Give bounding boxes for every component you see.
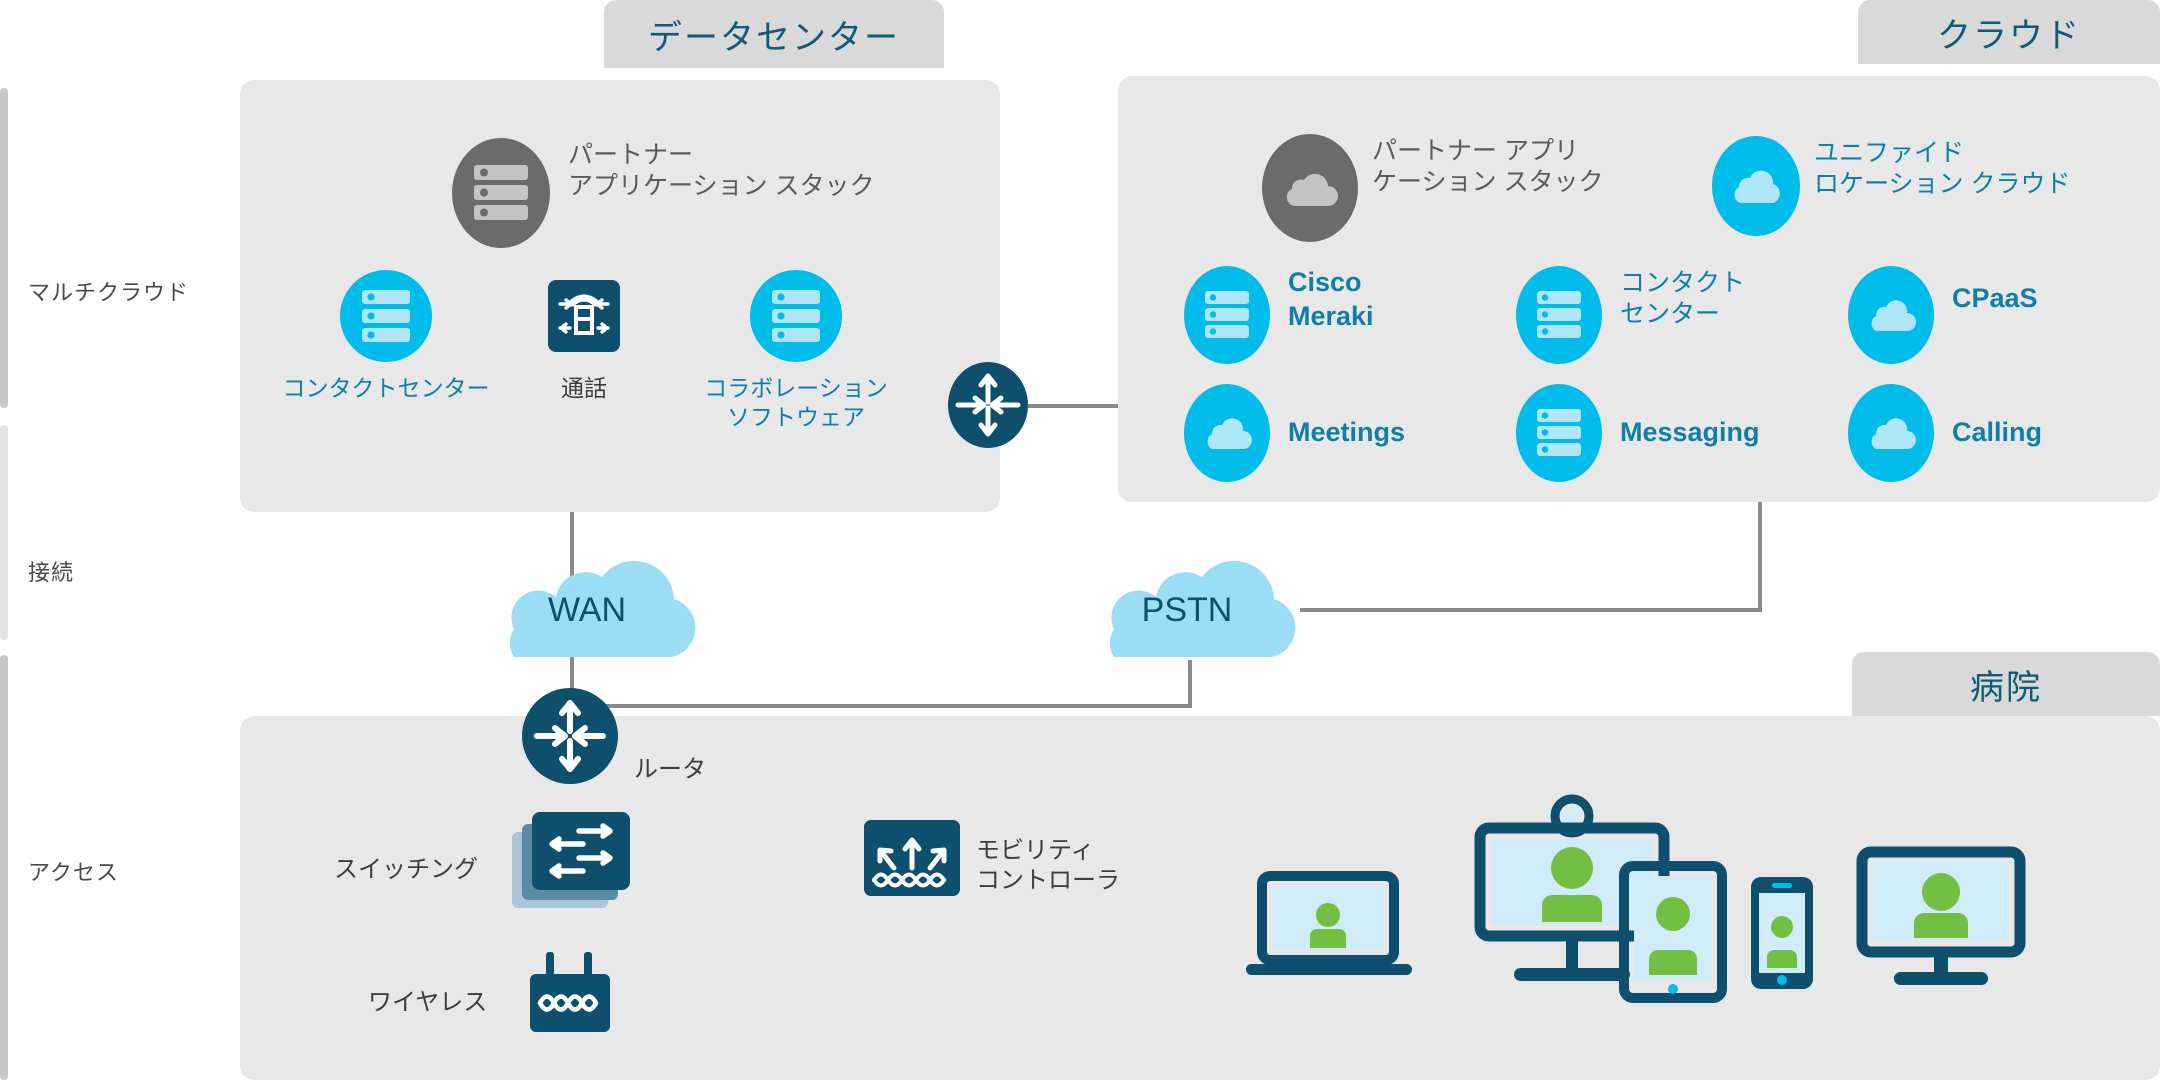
datacenter-collaboration-label: コラボレーション ソフトウェア <box>704 375 888 430</box>
server-icon <box>1537 291 1581 338</box>
messaging-label: Messaging <box>1620 417 1760 447</box>
access-router-icon <box>522 688 618 784</box>
switch-icon <box>532 812 630 890</box>
zone-label-access: アクセス <box>28 860 119 885</box>
cloud-icon <box>1207 418 1252 449</box>
pstn-cloud: PSTN <box>1052 545 1322 660</box>
laptop-icon <box>1246 871 1412 975</box>
wan-cloud: WAN <box>452 545 722 660</box>
tab-hospital[interactable]: 病院 <box>1852 652 2160 716</box>
smartphone-icon <box>1751 877 1813 989</box>
cloud-icon <box>1734 170 1780 203</box>
cloud-partner-app-stack-cloud-icon <box>1262 134 1358 242</box>
router-icon <box>522 688 618 784</box>
datacenter-router-icon <box>948 362 1028 448</box>
desktop-monitor-icon <box>1856 846 2026 985</box>
unified-cloud-label: ユニファイド ロケーション クラウド <box>1814 139 2071 199</box>
zone-label-multicloud: マルチクラウド <box>28 280 190 305</box>
access-point-icon <box>522 948 618 1034</box>
unified-cloud-icon <box>1712 136 1800 236</box>
zone-rail-access <box>0 655 8 1080</box>
router-label: ルータ <box>634 756 706 783</box>
switching-label: スイッチング <box>334 856 478 883</box>
tab-hospital-label: 病院 <box>1970 668 2042 707</box>
wireless-label: ワイヤレス <box>368 989 488 1016</box>
access-point-icon <box>530 952 610 1032</box>
messaging-server-icon <box>1516 384 1602 482</box>
collaboration-software-server-icon <box>750 270 842 362</box>
cloud-contact-center-label: コンタクト センター <box>1620 269 1746 329</box>
mobility-controller-label: モビリティ コントローラ <box>976 837 1120 894</box>
datacenter-calling-label: 通話 <box>561 375 607 401</box>
meetings-cloud-icon <box>1184 384 1270 482</box>
tab-datacenter[interactable]: データセンター <box>604 0 944 68</box>
contact-center-server-icon <box>340 270 432 362</box>
cloud-contact-center-server-icon <box>1516 266 1602 364</box>
smartphone-endpoint <box>1748 874 1816 992</box>
meetings-label: Meetings <box>1288 417 1406 447</box>
datacenter-contact-center-label: コンタクトセンター <box>282 375 490 401</box>
zone-label-connectivity: 接続 <box>28 560 75 585</box>
server-icon <box>1537 409 1581 456</box>
cpaas-label: CPaaS <box>1952 283 2038 313</box>
connector-cloud-down <box>1758 500 1762 612</box>
router-icon <box>948 362 1028 448</box>
server-icon <box>362 290 410 342</box>
voice-gateway-icon <box>548 280 620 352</box>
laptop-endpoint <box>1244 870 1414 980</box>
connector-dcrouter-to-cloud <box>1028 404 1118 408</box>
cisco-meraki-server-icon <box>1184 266 1270 364</box>
calling-label: Calling <box>1952 417 2043 447</box>
server-icon <box>474 165 528 220</box>
cloud-icon <box>1871 300 1916 331</box>
zone-rail-multicloud <box>0 88 8 408</box>
calling-cloud-icon <box>1848 384 1934 482</box>
connector-pstn-to-router <box>578 704 1192 708</box>
zone-rail-connectivity <box>0 425 8 640</box>
network-architecture-diagram: マルチクラウド 接続 アクセス データセンター クラウド 病院 パートナー アプ… <box>0 0 2160 1080</box>
pstn-label: PSTN <box>1141 591 1233 629</box>
cloud-partner-app-stack-label: パートナー アプリ ケーション スタック <box>1372 137 1604 197</box>
desktop-monitor-endpoint <box>1856 846 2026 988</box>
cloud-icon <box>1286 173 1338 206</box>
cisco-meraki-label: Cisco Meraki <box>1288 267 1374 331</box>
connector-pstn-down <box>1188 660 1192 708</box>
wan-label: WAN <box>547 591 627 629</box>
cloud-icon <box>1871 418 1916 449</box>
server-icon <box>772 290 820 342</box>
tab-datacenter-label: データセンター <box>648 18 900 57</box>
partner-app-stack-server-icon <box>452 138 550 248</box>
tablet-endpoint <box>1619 861 1727 1003</box>
tablet-icon <box>1619 861 1727 1003</box>
wireless-controller-icon <box>864 820 960 896</box>
tab-cloud-label: クラウド <box>1937 16 2081 55</box>
tab-cloud[interactable]: クラウド <box>1858 0 2160 64</box>
cpaas-cloud-icon <box>1848 266 1934 364</box>
server-icon <box>1205 291 1249 338</box>
partner-app-stack-label: パートナー アプリケーション スタック <box>568 141 875 201</box>
connector-cloud-to-pstn <box>1300 608 1762 612</box>
wireless-controller-icon <box>864 820 960 896</box>
